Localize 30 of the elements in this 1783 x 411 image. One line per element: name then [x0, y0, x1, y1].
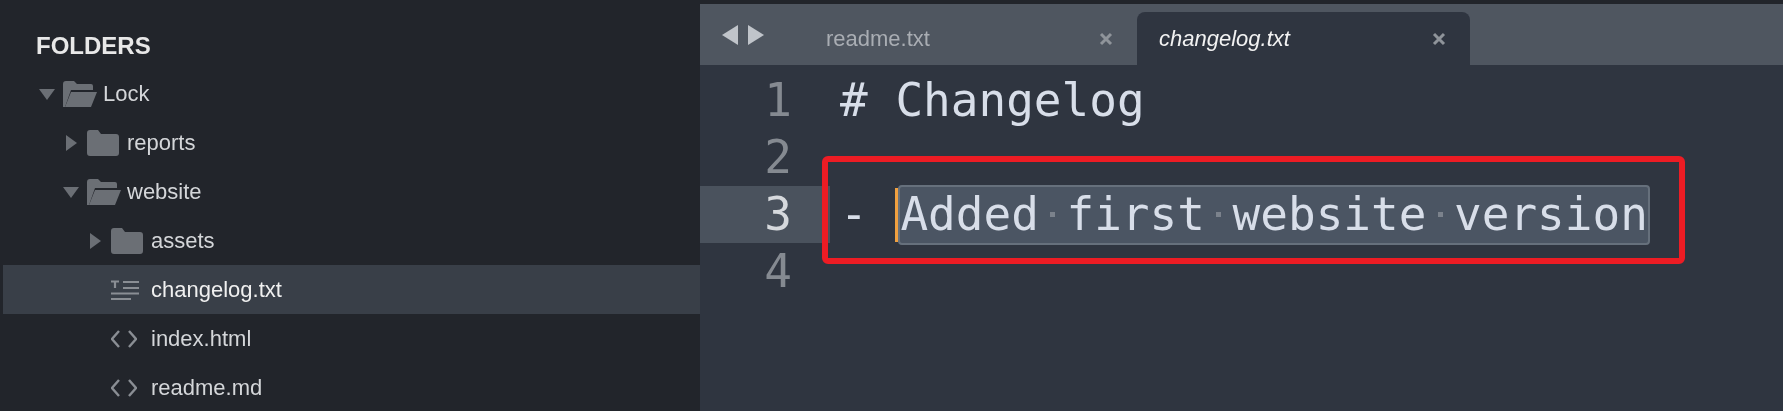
tree-item[interactable]: readme.md	[3, 363, 700, 411]
back-arrow-icon[interactable]	[722, 24, 738, 45]
line-number: 2	[764, 129, 792, 186]
folder-icon	[111, 227, 143, 254]
line-number: 1	[764, 72, 792, 129]
open-folder-icon	[87, 178, 121, 205]
code-text: -	[840, 186, 869, 243]
text-file-icon	[111, 279, 139, 300]
selected-text: Added first website version	[898, 184, 1650, 245]
close-icon[interactable]	[1099, 31, 1113, 46]
code-text: # Changelog	[840, 72, 1145, 129]
tree-item[interactable]: website	[3, 167, 700, 216]
text-cursor	[895, 187, 899, 242]
tree-item[interactable]: index.html	[3, 314, 700, 363]
close-icon[interactable]	[1432, 31, 1446, 46]
collapsed-caret-icon[interactable]	[87, 232, 103, 249]
folder-icon	[87, 129, 119, 156]
sidebar-heading: FOLDERS	[36, 31, 151, 61]
tree-item[interactable]: reports	[3, 118, 700, 167]
collapsed-caret-icon[interactable]	[63, 134, 79, 151]
open-folder-icon	[63, 80, 97, 107]
code-file-icon	[111, 378, 137, 397]
code-file-icon	[111, 329, 137, 348]
line-number: 3	[764, 186, 792, 243]
tree-item[interactable]: assets	[3, 216, 700, 265]
forward-arrow-icon[interactable]	[748, 24, 764, 45]
tree-item[interactable]: changelog.txt	[3, 265, 700, 314]
tab[interactable]: changelog.txt	[1137, 12, 1470, 65]
tree-item[interactable]: Lock	[3, 69, 700, 118]
line-number: 4	[764, 243, 792, 300]
